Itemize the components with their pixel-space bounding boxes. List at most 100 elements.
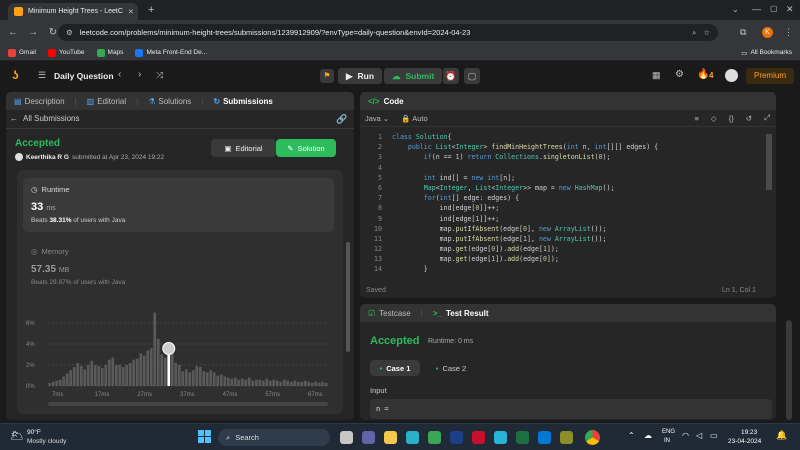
runtime-bar[interactable] <box>65 373 69 386</box>
close-window-icon[interactable]: ✕ <box>786 4 794 15</box>
bookmark-star-icon[interactable]: ☆ <box>703 28 710 37</box>
reset-icon[interactable]: ↺ <box>746 114 752 123</box>
runtime-bar[interactable] <box>55 380 59 386</box>
prev-problem-icon[interactable]: ‹ <box>118 69 121 80</box>
bookmark-gmail[interactable]: Gmail <box>8 48 36 57</box>
leetcode-logo-icon[interactable]: ʖ <box>12 69 24 82</box>
bookmark-maps[interactable]: Maps <box>96 48 123 57</box>
runtime-bar[interactable] <box>93 365 97 386</box>
runtime-bar[interactable] <box>247 377 251 386</box>
runtime-bar[interactable] <box>153 312 157 387</box>
user-avatar[interactable] <box>725 69 738 82</box>
runtime-bar[interactable] <box>69 370 73 386</box>
runtime-bar[interactable] <box>177 365 181 386</box>
runtime-bar[interactable] <box>223 376 227 386</box>
tab-search-icon[interactable]: ⌄ <box>732 5 739 14</box>
runtime-bar[interactable] <box>230 378 234 386</box>
extensions-icon[interactable]: ⧉ <box>740 27 746 38</box>
runtime-bar[interactable] <box>125 365 129 386</box>
left-panel-scrollbar[interactable] <box>346 242 350 352</box>
code-line[interactable]: 9 ind[edge[1]]++; <box>360 214 765 224</box>
runtime-bar[interactable] <box>307 381 311 386</box>
runtime-bar[interactable] <box>254 379 258 386</box>
code-line[interactable]: 14 } <box>360 264 765 274</box>
tray-chevron-icon[interactable]: ⌃ <box>628 431 635 440</box>
debug-icon[interactable]: ⚑ <box>320 69 334 83</box>
runtime-bar[interactable] <box>275 380 279 386</box>
code-line[interactable]: 6 Map<Integer, List<Integer>> map = new … <box>360 183 765 193</box>
runtime-bar[interactable] <box>90 360 94 386</box>
runtime-bar[interactable] <box>128 362 132 386</box>
weather-icon[interactable]: 🌥 <box>10 429 24 442</box>
store-icon[interactable] <box>428 431 441 444</box>
runtime-bar[interactable] <box>174 362 178 386</box>
runtime-bar[interactable] <box>132 359 136 386</box>
notification-icon[interactable]: 🔔 <box>776 430 787 441</box>
testcase-tab[interactable]: ☑ Testcase <box>368 309 411 318</box>
runtime-bar[interactable] <box>195 366 199 386</box>
code-tab[interactable]: </> Code <box>368 97 404 106</box>
runtime-bar[interactable] <box>121 367 125 386</box>
runtime-bar[interactable] <box>181 371 185 386</box>
runtime-bar[interactable] <box>48 382 52 386</box>
runtime-bar[interactable] <box>244 379 248 386</box>
page-scrollbar[interactable] <box>786 320 792 420</box>
mcafee-icon[interactable] <box>472 431 485 444</box>
runtime-bar[interactable] <box>240 378 244 386</box>
runtime-bar[interactable] <box>100 368 104 386</box>
copilot-icon[interactable] <box>494 431 507 444</box>
runtime-bar[interactable] <box>83 369 87 386</box>
wifi-icon[interactable]: ◠ <box>682 431 689 440</box>
runtime-bar[interactable] <box>62 376 66 386</box>
runtime-bar[interactable] <box>317 382 321 386</box>
runtime-bar[interactable] <box>289 381 293 386</box>
code-line[interactable]: 1 class Solution{ <box>360 132 765 142</box>
runtime-bar[interactable] <box>251 380 255 386</box>
layout-icon[interactable]: ▦ <box>652 70 661 81</box>
runtime-bar[interactable] <box>111 357 115 386</box>
runtime-bar[interactable] <box>226 377 230 386</box>
runtime-distribution-chart[interactable]: 6% 4% 2% 0% 7ms 17ms 27ms 37ms 47ms 57ms 67ms <box>22 294 338 412</box>
editor-scrollbar[interactable] <box>766 134 772 190</box>
volume-icon[interactable]: ◁ <box>696 431 702 440</box>
code-line[interactable]: 7 for(int[] edge: edges) { <box>360 193 765 203</box>
runtime-bar[interactable] <box>51 381 55 386</box>
all-submissions-link[interactable]: ← All Submissions <box>10 114 79 123</box>
taskbar-search[interactable]: ⌕ Search <box>218 429 330 446</box>
code-line[interactable]: 12 map.get(edge[0]).add(edge[1]); <box>360 244 765 254</box>
runtime-bar[interactable] <box>300 381 304 386</box>
bookmark-icon[interactable]: ◇ <box>711 114 717 123</box>
runtime-bar[interactable] <box>163 357 167 386</box>
runtime-bar[interactable] <box>321 381 325 386</box>
chart-range-slider[interactable] <box>48 402 328 406</box>
back-icon[interactable]: ← <box>6 26 20 40</box>
submit-button[interactable]: ☁ Submit <box>384 68 443 84</box>
runtime-bar[interactable] <box>258 379 262 386</box>
run-button[interactable]: ▶ Run <box>338 68 383 84</box>
sublime-icon[interactable] <box>560 431 573 444</box>
next-problem-icon[interactable]: › <box>138 69 141 80</box>
runtime-bar[interactable] <box>303 380 307 386</box>
browser-menu-icon[interactable]: ⋮ <box>784 27 793 38</box>
editorial-button[interactable]: ▣ Editorial <box>211 139 276 157</box>
runtime-bar[interactable] <box>184 369 188 386</box>
runtime-bar[interactable] <box>265 378 269 386</box>
tab-description[interactable]: ▤ Description <box>14 97 65 106</box>
bookmark-youtube[interactable]: YouTube <box>47 48 85 57</box>
runtime-bar[interactable] <box>219 374 223 386</box>
autocomplete-mode[interactable]: 🔒 Auto <box>401 114 427 123</box>
runtime-bar[interactable] <box>188 372 192 386</box>
runtime-bar[interactable] <box>118 365 122 386</box>
case-2-button[interactable]: • Case 2 <box>426 360 476 376</box>
code-line[interactable]: 13 map.get(edge[1]).add(edge[0]); <box>360 254 765 264</box>
tab-submissions[interactable]: ↻ Submissions <box>213 97 273 106</box>
start-icon[interactable] <box>198 430 211 443</box>
lens-app-icon[interactable] <box>450 431 463 444</box>
case-1-button[interactable]: • Case 1 <box>370 360 420 376</box>
url-field[interactable]: ⚙ leetcode.com/problems/minimum-height-t… <box>58 24 718 41</box>
runtime-bar[interactable] <box>282 379 286 386</box>
vscode-icon[interactable] <box>538 431 551 444</box>
runtime-bar[interactable] <box>76 362 80 386</box>
submitter-name[interactable]: Keerthika R G <box>26 154 69 161</box>
runtime-bar[interactable] <box>233 377 237 386</box>
